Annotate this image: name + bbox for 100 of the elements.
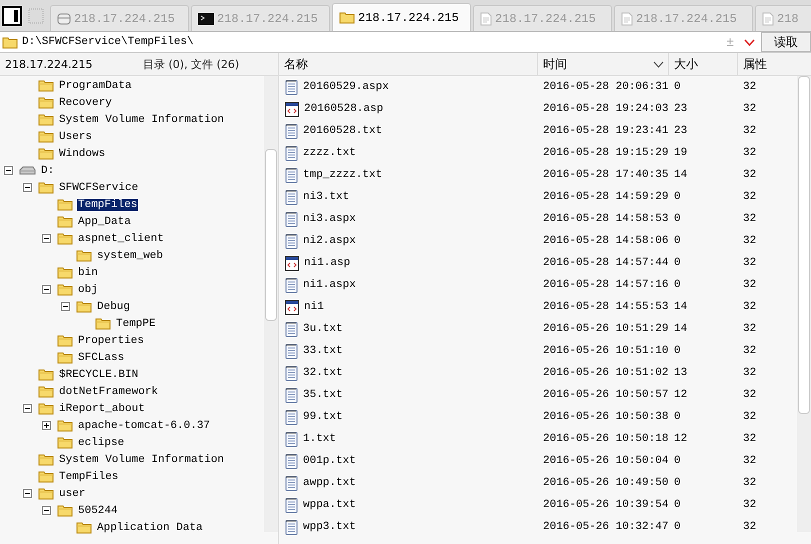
column-header[interactable]: 大小	[668, 53, 737, 75]
file-size: 0	[674, 279, 681, 291]
text-file-icon	[285, 409, 298, 425]
file-name[interactable]: ni1	[304, 301, 324, 313]
file-attribute: 32	[743, 257, 756, 269]
tree-item[interactable]: $RECYCLE.BIN	[58, 368, 140, 380]
tree-item[interactable]: Users	[58, 130, 94, 142]
file-time: 2016-05-28 14:57:16	[543, 279, 668, 291]
tree-item[interactable]: Windows	[58, 148, 106, 160]
text-file-icon	[285, 79, 298, 95]
tree-item[interactable]: Properties	[77, 334, 146, 346]
file-name[interactable]: 001p.txt	[303, 455, 356, 467]
tree-item[interactable]: 505244	[77, 504, 119, 516]
file-name[interactable]: 3u.txt	[303, 323, 343, 335]
file-time: 2016-05-26 10:32:47	[543, 521, 668, 533]
collapse-icon[interactable]	[4, 166, 13, 175]
file-attribute: 32	[743, 455, 756, 467]
text-file-icon	[285, 167, 298, 183]
collapse-icon[interactable]	[42, 234, 51, 243]
file-name[interactable]: ni1.aspx	[303, 279, 356, 291]
file-name[interactable]: 33.txt	[303, 345, 343, 357]
scrollbar[interactable]	[797, 76, 811, 532]
file-attribute: 32	[743, 411, 756, 423]
dotted-square-icon[interactable]	[26, 6, 46, 26]
document-icon	[480, 12, 492, 26]
text-file-icon	[285, 475, 298, 491]
tree-item[interactable]: TempFiles	[58, 470, 120, 482]
file-attribute: 32	[743, 345, 756, 357]
file-name[interactable]: 32.txt	[303, 367, 343, 379]
collapse-icon[interactable]	[42, 506, 51, 515]
file-size: 0	[674, 477, 681, 489]
collapse-icon[interactable]	[42, 285, 51, 294]
column-header[interactable]: 名称	[279, 53, 537, 75]
tree-item[interactable]: system_web	[96, 250, 164, 262]
tree-item[interactable]: TempFiles	[77, 198, 138, 210]
collapse-icon[interactable]	[23, 404, 32, 413]
folder-icon	[95, 317, 111, 330]
text-file-icon	[285, 497, 298, 513]
folder-icon	[57, 334, 73, 347]
collapse-icon[interactable]	[23, 489, 32, 498]
column-header[interactable]: 属性	[737, 53, 797, 75]
expand-icon[interactable]	[42, 421, 51, 430]
tree-item[interactable]: Recovery	[58, 96, 113, 108]
file-name[interactable]: tmp_zzzz.txt	[303, 169, 382, 181]
panel-icon[interactable]	[2, 6, 22, 26]
tree-item[interactable]: Debug	[96, 300, 132, 312]
tree-item[interactable]: eclipse	[77, 436, 126, 448]
dropdown-caret-icon[interactable]	[744, 38, 755, 46]
folder-icon	[38, 79, 54, 92]
read-button[interactable]: 读取	[761, 32, 811, 52]
tree-item[interactable]: aspnet_client	[77, 232, 165, 244]
file-time: 2016-05-28 14:58:53	[543, 213, 668, 225]
tree-item[interactable]: System Volume Information	[58, 454, 226, 466]
file-size: 14	[674, 169, 688, 181]
file-attribute: 32	[743, 279, 756, 291]
tree-item[interactable]: D:	[40, 164, 56, 176]
file-name[interactable]: ni1.asp	[304, 257, 350, 269]
file-name[interactable]: ni3.aspx	[303, 213, 356, 225]
tree-item[interactable]: System Volume Information	[58, 114, 226, 126]
tree-item[interactable]: user	[58, 488, 86, 500]
file-name[interactable]: 20160528.txt	[303, 125, 382, 137]
collapse-icon[interactable]	[23, 183, 32, 192]
file-attribute: 32	[743, 433, 756, 445]
file-name[interactable]: ni3.txt	[303, 191, 350, 203]
file-name[interactable]: 20160529.aspx	[303, 81, 389, 93]
file-name[interactable]: zzzz.txt	[303, 147, 356, 159]
tree-item[interactable]: iReport_about	[58, 402, 146, 414]
tree-item[interactable]: TempPE	[115, 318, 157, 330]
file-name[interactable]: 1.txt	[303, 433, 336, 445]
folder-icon	[57, 504, 73, 517]
file-attribute: 32	[743, 81, 756, 93]
tree-item[interactable]: App_Data	[77, 216, 132, 228]
text-file-icon	[285, 453, 298, 469]
text-file-icon	[285, 233, 298, 249]
tree-item[interactable]: apache-tomcat-6.0.37	[77, 420, 212, 432]
tab[interactable]: 218.17.224.215	[332, 3, 471, 31]
text-file-icon	[285, 321, 298, 337]
file-name[interactable]: awpp.txt	[303, 477, 356, 489]
tree-item[interactable]: bin	[77, 266, 99, 278]
folder-icon	[57, 351, 73, 364]
file-time: 2016-05-28 20:06:31	[543, 81, 668, 93]
file-size: 19	[674, 147, 688, 159]
path-field[interactable]: D:\SFWCFService\TempFiles\ ±	[0, 32, 761, 52]
file-name[interactable]: ni2.aspx	[303, 235, 356, 247]
tree-item[interactable]: Application Data	[96, 522, 204, 534]
tree-item[interactable]: SFWCFService	[58, 182, 140, 194]
file-name[interactable]: 20160528.asp	[304, 103, 384, 115]
file-name[interactable]: wpp3.txt	[303, 521, 356, 533]
file-name[interactable]: wppa.txt	[303, 499, 356, 511]
collapse-icon[interactable]	[61, 302, 70, 311]
tree-item[interactable]: ProgramData	[58, 80, 133, 92]
tree-item[interactable]: SFCLass	[77, 352, 126, 364]
tree-item[interactable]: obj	[77, 284, 99, 296]
column-header[interactable]: 时间	[537, 53, 668, 75]
scrollbar[interactable]	[264, 76, 278, 532]
tree-item[interactable]: dotNetFramework	[58, 386, 160, 398]
file-name[interactable]: 35.txt	[303, 389, 343, 401]
folder-icon	[76, 249, 92, 262]
file-name[interactable]: 99.txt	[303, 411, 343, 423]
file-attribute: 32	[743, 389, 756, 401]
